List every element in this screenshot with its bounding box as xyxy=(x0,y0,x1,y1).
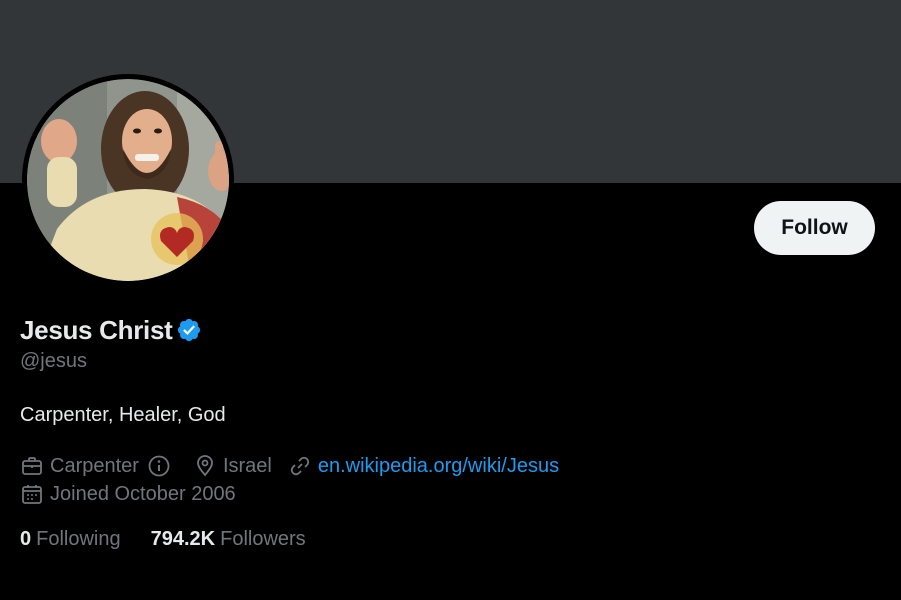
bio: Carpenter, Healer, God xyxy=(20,404,226,426)
follow-stats: 0 Following 794.2K Followers xyxy=(20,528,336,551)
website-link[interactable]: en.wikipedia.org/wiki/Jesus xyxy=(318,455,559,478)
name-row: Jesus Christ xyxy=(20,312,202,348)
category-label: Carpenter xyxy=(50,454,139,477)
joined-row: Joined October 2006 xyxy=(20,481,236,507)
follow-button[interactable]: Follow xyxy=(754,201,875,255)
profile-page: Follow Jesus Christ @jesus Carpenter, He… xyxy=(0,0,901,600)
joined-item: Joined October 2006 xyxy=(20,482,236,506)
link-icon xyxy=(290,456,309,476)
profile-meta-row: Carpenter Israel en.wikipedia.org/wiki/J… xyxy=(20,453,559,479)
briefcase-icon xyxy=(22,457,42,475)
handle: @jesus xyxy=(20,350,87,372)
calendar-icon xyxy=(22,485,42,504)
following-label: Following xyxy=(36,528,121,550)
followers-count: 794.2K xyxy=(150,528,216,550)
location-item: Israel xyxy=(193,454,272,478)
info-icon[interactable] xyxy=(147,454,177,478)
followers-stat[interactable]: 794.2K Followers xyxy=(151,528,306,551)
following-stat[interactable]: 0 Following xyxy=(20,528,121,551)
display-name: Jesus Christ xyxy=(20,314,173,345)
location-pin-icon xyxy=(197,455,213,477)
website-item: en.wikipedia.org/wiki/Jesus xyxy=(288,454,559,478)
following-count: 0 xyxy=(20,528,32,550)
verified-badge-icon[interactable] xyxy=(176,317,202,343)
location-label: Israel xyxy=(222,454,272,477)
joined-label: Joined October 2006 xyxy=(50,482,236,505)
category-item: Carpenter xyxy=(20,454,139,478)
avatar-image xyxy=(27,79,229,281)
avatar[interactable] xyxy=(22,74,234,286)
followers-label: Followers xyxy=(220,528,306,550)
